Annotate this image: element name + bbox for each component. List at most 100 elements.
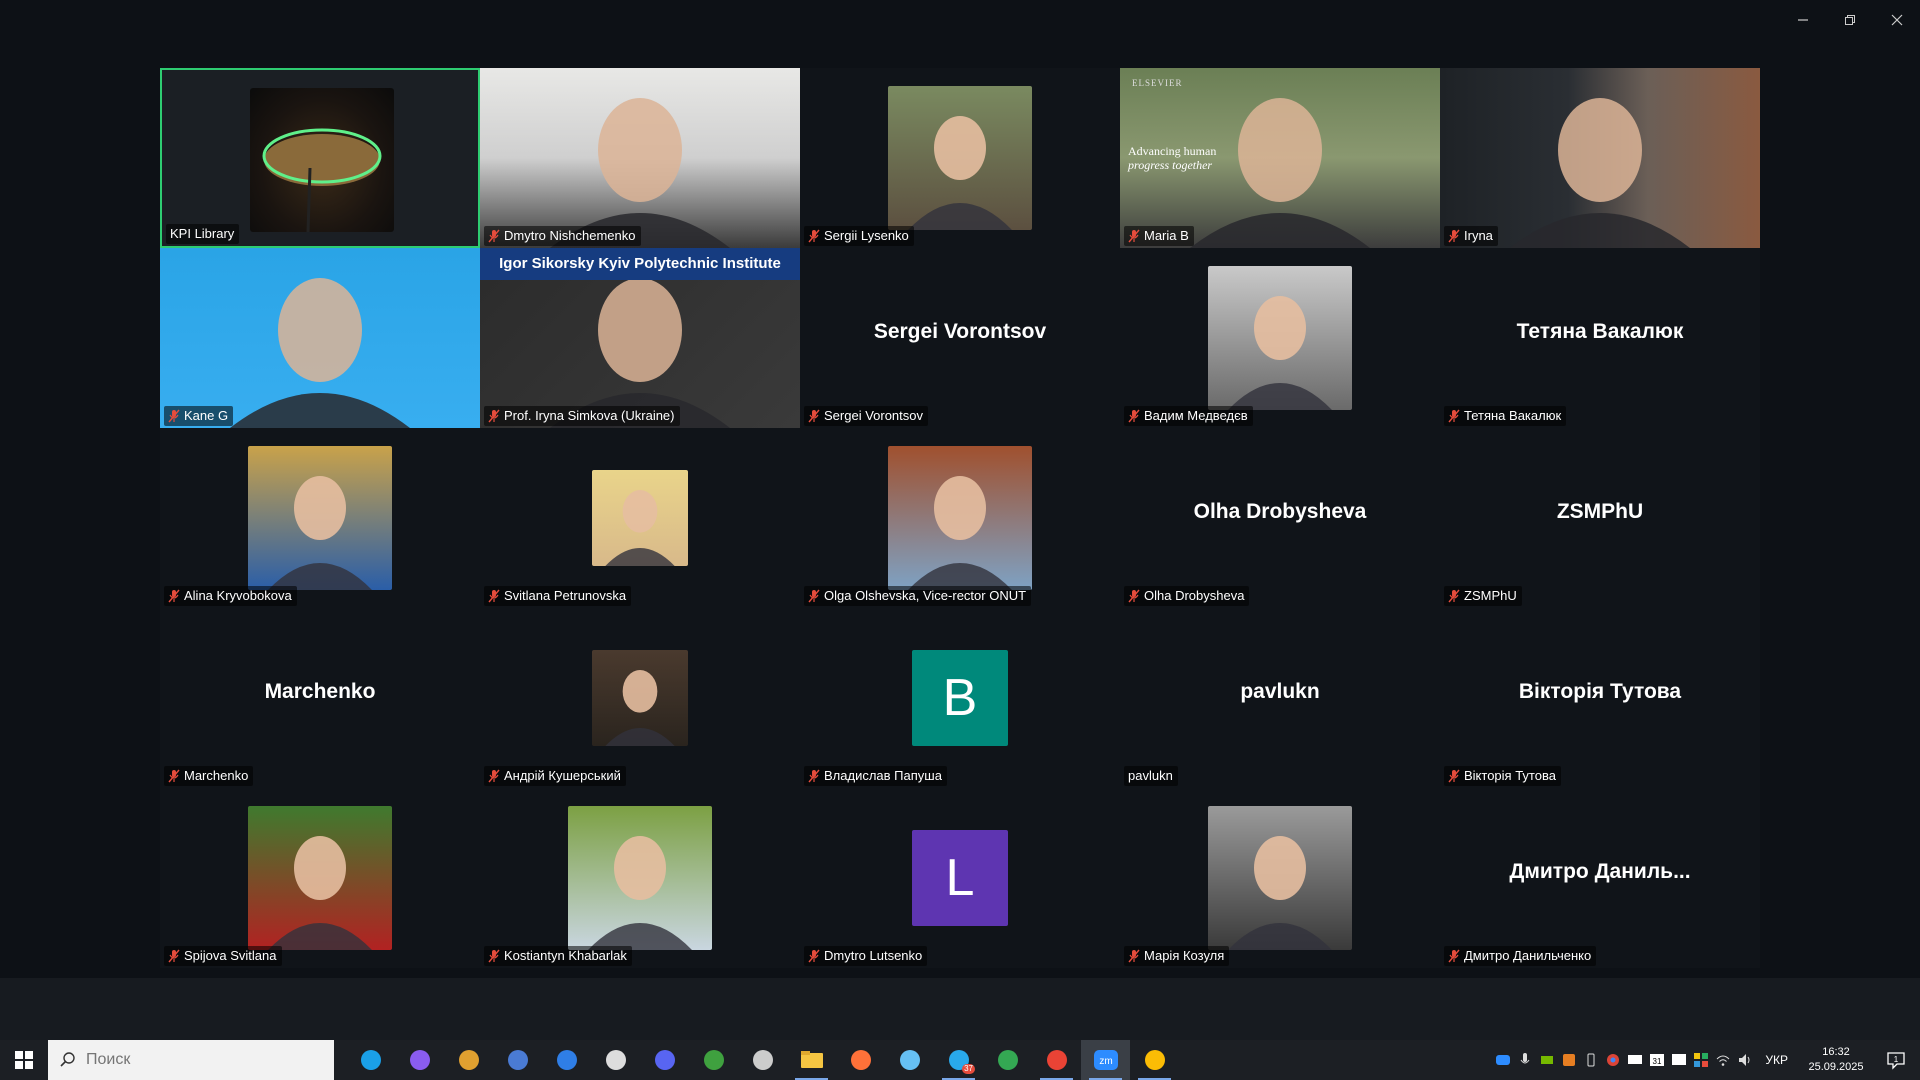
firefox-icon [850, 1050, 871, 1070]
zoom-icon: zm [1093, 1050, 1118, 1070]
participant-tile[interactable]: Марія Козуля [1120, 788, 1440, 968]
taskbar-app-obs[interactable] [591, 1040, 640, 1080]
participant-name-label: KPI Library [166, 224, 240, 244]
participant-name: Sergii Lysenko [824, 228, 909, 243]
participant-name: Sergei Vorontsov [824, 408, 924, 423]
participant-display-name: Olha Drobysheva [1193, 500, 1367, 523]
taskbar-app-store[interactable] [542, 1040, 591, 1080]
security-icon[interactable] [1693, 1052, 1709, 1068]
calendar-icon[interactable]: 31 [1649, 1052, 1665, 1068]
participant-tile[interactable]: L Dmytro Lutsenko [800, 788, 1120, 968]
input-language[interactable]: УКР [1765, 1053, 1788, 1067]
participant-name-label: Prof. Iryna Simkova (Ukraine) [484, 406, 680, 426]
participant-tile[interactable]: Вікторія Тутова Вікторія Тутова [1440, 608, 1760, 788]
taskbar-app-minecraft[interactable] [689, 1040, 738, 1080]
taskbar-search[interactable] [48, 1040, 334, 1080]
mic-muted-icon [1448, 409, 1460, 423]
display-icon[interactable] [1627, 1052, 1643, 1068]
taskbar-app-copilot[interactable] [395, 1040, 444, 1080]
participant-avatar-letter: L [912, 830, 1008, 926]
participant-name: Марія Козуля [1144, 948, 1225, 963]
participant-tile[interactable]: pavlukn pavlukn [1120, 608, 1440, 788]
windows-taskbar: 37 zm 31 УКР 16:32 25.09.2025 1 [0, 1040, 1920, 1080]
chrome-icon [997, 1050, 1018, 1070]
participant-photo [592, 470, 688, 566]
start-button[interactable] [0, 1040, 48, 1080]
chrome-tray-icon[interactable] [1605, 1052, 1621, 1068]
taskbar-app-steam[interactable] [885, 1040, 934, 1080]
clock[interactable]: 16:32 25.09.2025 [1800, 1045, 1872, 1075]
participant-tile[interactable]: Alina Kryvobokova [160, 428, 480, 608]
participant-tile[interactable]: Dmytro Nishchemenko [480, 68, 800, 248]
participant-tile[interactable]: ZSMPhU ZSMPhU [1440, 428, 1760, 608]
participant-display-name: Sergei Vorontsov [873, 320, 1047, 343]
taskbar-app-chrome[interactable] [983, 1040, 1032, 1080]
wifi-icon[interactable] [1715, 1052, 1731, 1068]
notification-icon: 1 [1887, 1052, 1905, 1070]
taskbar-app-file-explorer[interactable] [787, 1040, 836, 1080]
participant-tile[interactable]: Андрій Кушерський [480, 608, 800, 788]
participant-tile[interactable]: Тетяна Вакалюк Тетяна Вакалюк [1440, 248, 1760, 428]
participant-name-label: Marchenko [164, 766, 254, 786]
taskbar-app-zoom[interactable]: zm [1081, 1040, 1130, 1080]
participant-tile[interactable]: Spijova Svitlana [160, 788, 480, 968]
participant-tile[interactable]: Sergei Vorontsov Sergei Vorontsov [800, 248, 1120, 428]
participant-tile[interactable]: Вадим Медведєв [1120, 248, 1440, 428]
copilot-icon [409, 1050, 430, 1070]
participant-tile[interactable]: Marchenko Marchenko [160, 608, 480, 788]
microphone-icon[interactable] [1517, 1052, 1533, 1068]
zoom-tray-icon[interactable] [1495, 1052, 1511, 1068]
taskbar-app-paint[interactable] [444, 1040, 493, 1080]
taskbar-app-calculator[interactable] [493, 1040, 542, 1080]
window-tray-icon[interactable] [1671, 1052, 1687, 1068]
clock-time: 16:32 [1822, 1046, 1850, 1058]
taskbar-app-discord[interactable] [640, 1040, 689, 1080]
nvidia-icon[interactable] [1539, 1052, 1555, 1068]
svg-text:31: 31 [1653, 1057, 1662, 1066]
mic-muted-icon [1448, 589, 1460, 603]
system-tray: 31 УКР 16:32 25.09.2025 1 [1495, 1040, 1920, 1080]
usb-icon[interactable] [1583, 1052, 1599, 1068]
participant-name: Iryna [1464, 228, 1493, 243]
mic-muted-icon [168, 409, 180, 423]
participant-tile[interactable]: KPI Library [160, 68, 480, 248]
participant-tile[interactable]: Olga Olshevska, Vice-rector ONUT [800, 428, 1120, 608]
mic-muted-icon [488, 229, 500, 243]
taskbar-app-chrome-profile[interactable] [1032, 1040, 1081, 1080]
participant-name-label: Olha Drobysheva [1124, 586, 1250, 606]
minimize-button[interactable] [1780, 0, 1826, 40]
participant-photo [592, 650, 688, 746]
participant-name-label: Дмитро Данильченко [1444, 946, 1597, 966]
minecraft-icon [703, 1050, 724, 1070]
participant-photo [568, 806, 712, 950]
participant-tile[interactable]: Kane G [160, 248, 480, 428]
search-input[interactable] [84, 1050, 308, 1070]
taskbar-app-telegram[interactable]: 37 [934, 1040, 983, 1080]
mic-muted-icon [168, 589, 180, 603]
participant-tile[interactable]: Olha Drobysheva Olha Drobysheva [1120, 428, 1440, 608]
participant-tile[interactable]: Sergii Lysenko [800, 68, 1120, 248]
participant-tile[interactable]: Kostiantyn Khabarlak [480, 788, 800, 968]
taskbar-app-edge[interactable] [346, 1040, 395, 1080]
participant-name-label: Olga Olshevska, Vice-rector ONUT [804, 586, 1032, 606]
participant-tile[interactable]: Igor Sikorsky Kyiv Polytechnic Institute… [480, 248, 800, 428]
participant-tile[interactable]: Svitlana Petrunovska [480, 428, 800, 608]
participant-tile[interactable]: Iryna [1440, 68, 1760, 248]
notification-center-button[interactable]: 1 [1878, 1050, 1914, 1070]
participant-name: KPI Library [170, 226, 235, 241]
app-tray-icon[interactable] [1561, 1052, 1577, 1068]
participant-video [160, 248, 480, 428]
participant-name-label: Андрій Кушерський [484, 766, 626, 786]
taskbar-app-firefox[interactable] [836, 1040, 885, 1080]
restore-button[interactable] [1827, 0, 1873, 40]
volume-icon[interactable] [1737, 1052, 1753, 1068]
close-button[interactable] [1874, 0, 1920, 40]
participant-name-label: Владислав Папуша [804, 766, 947, 786]
participant-tile[interactable]: Дмитро Даниль... Дмитро Данильченко [1440, 788, 1760, 968]
taskbar-app-chrome-alt[interactable] [1130, 1040, 1179, 1080]
participant-name: Olga Olshevska, Vice-rector ONUT [824, 588, 1027, 603]
participant-tile[interactable]: ELSEVIER Advancing human progress together… [1120, 68, 1440, 248]
taskbar-app-steam-alt[interactable] [738, 1040, 787, 1080]
chrome-alt-icon [1144, 1050, 1165, 1070]
participant-tile[interactable]: B Владислав Папуша [800, 608, 1120, 788]
